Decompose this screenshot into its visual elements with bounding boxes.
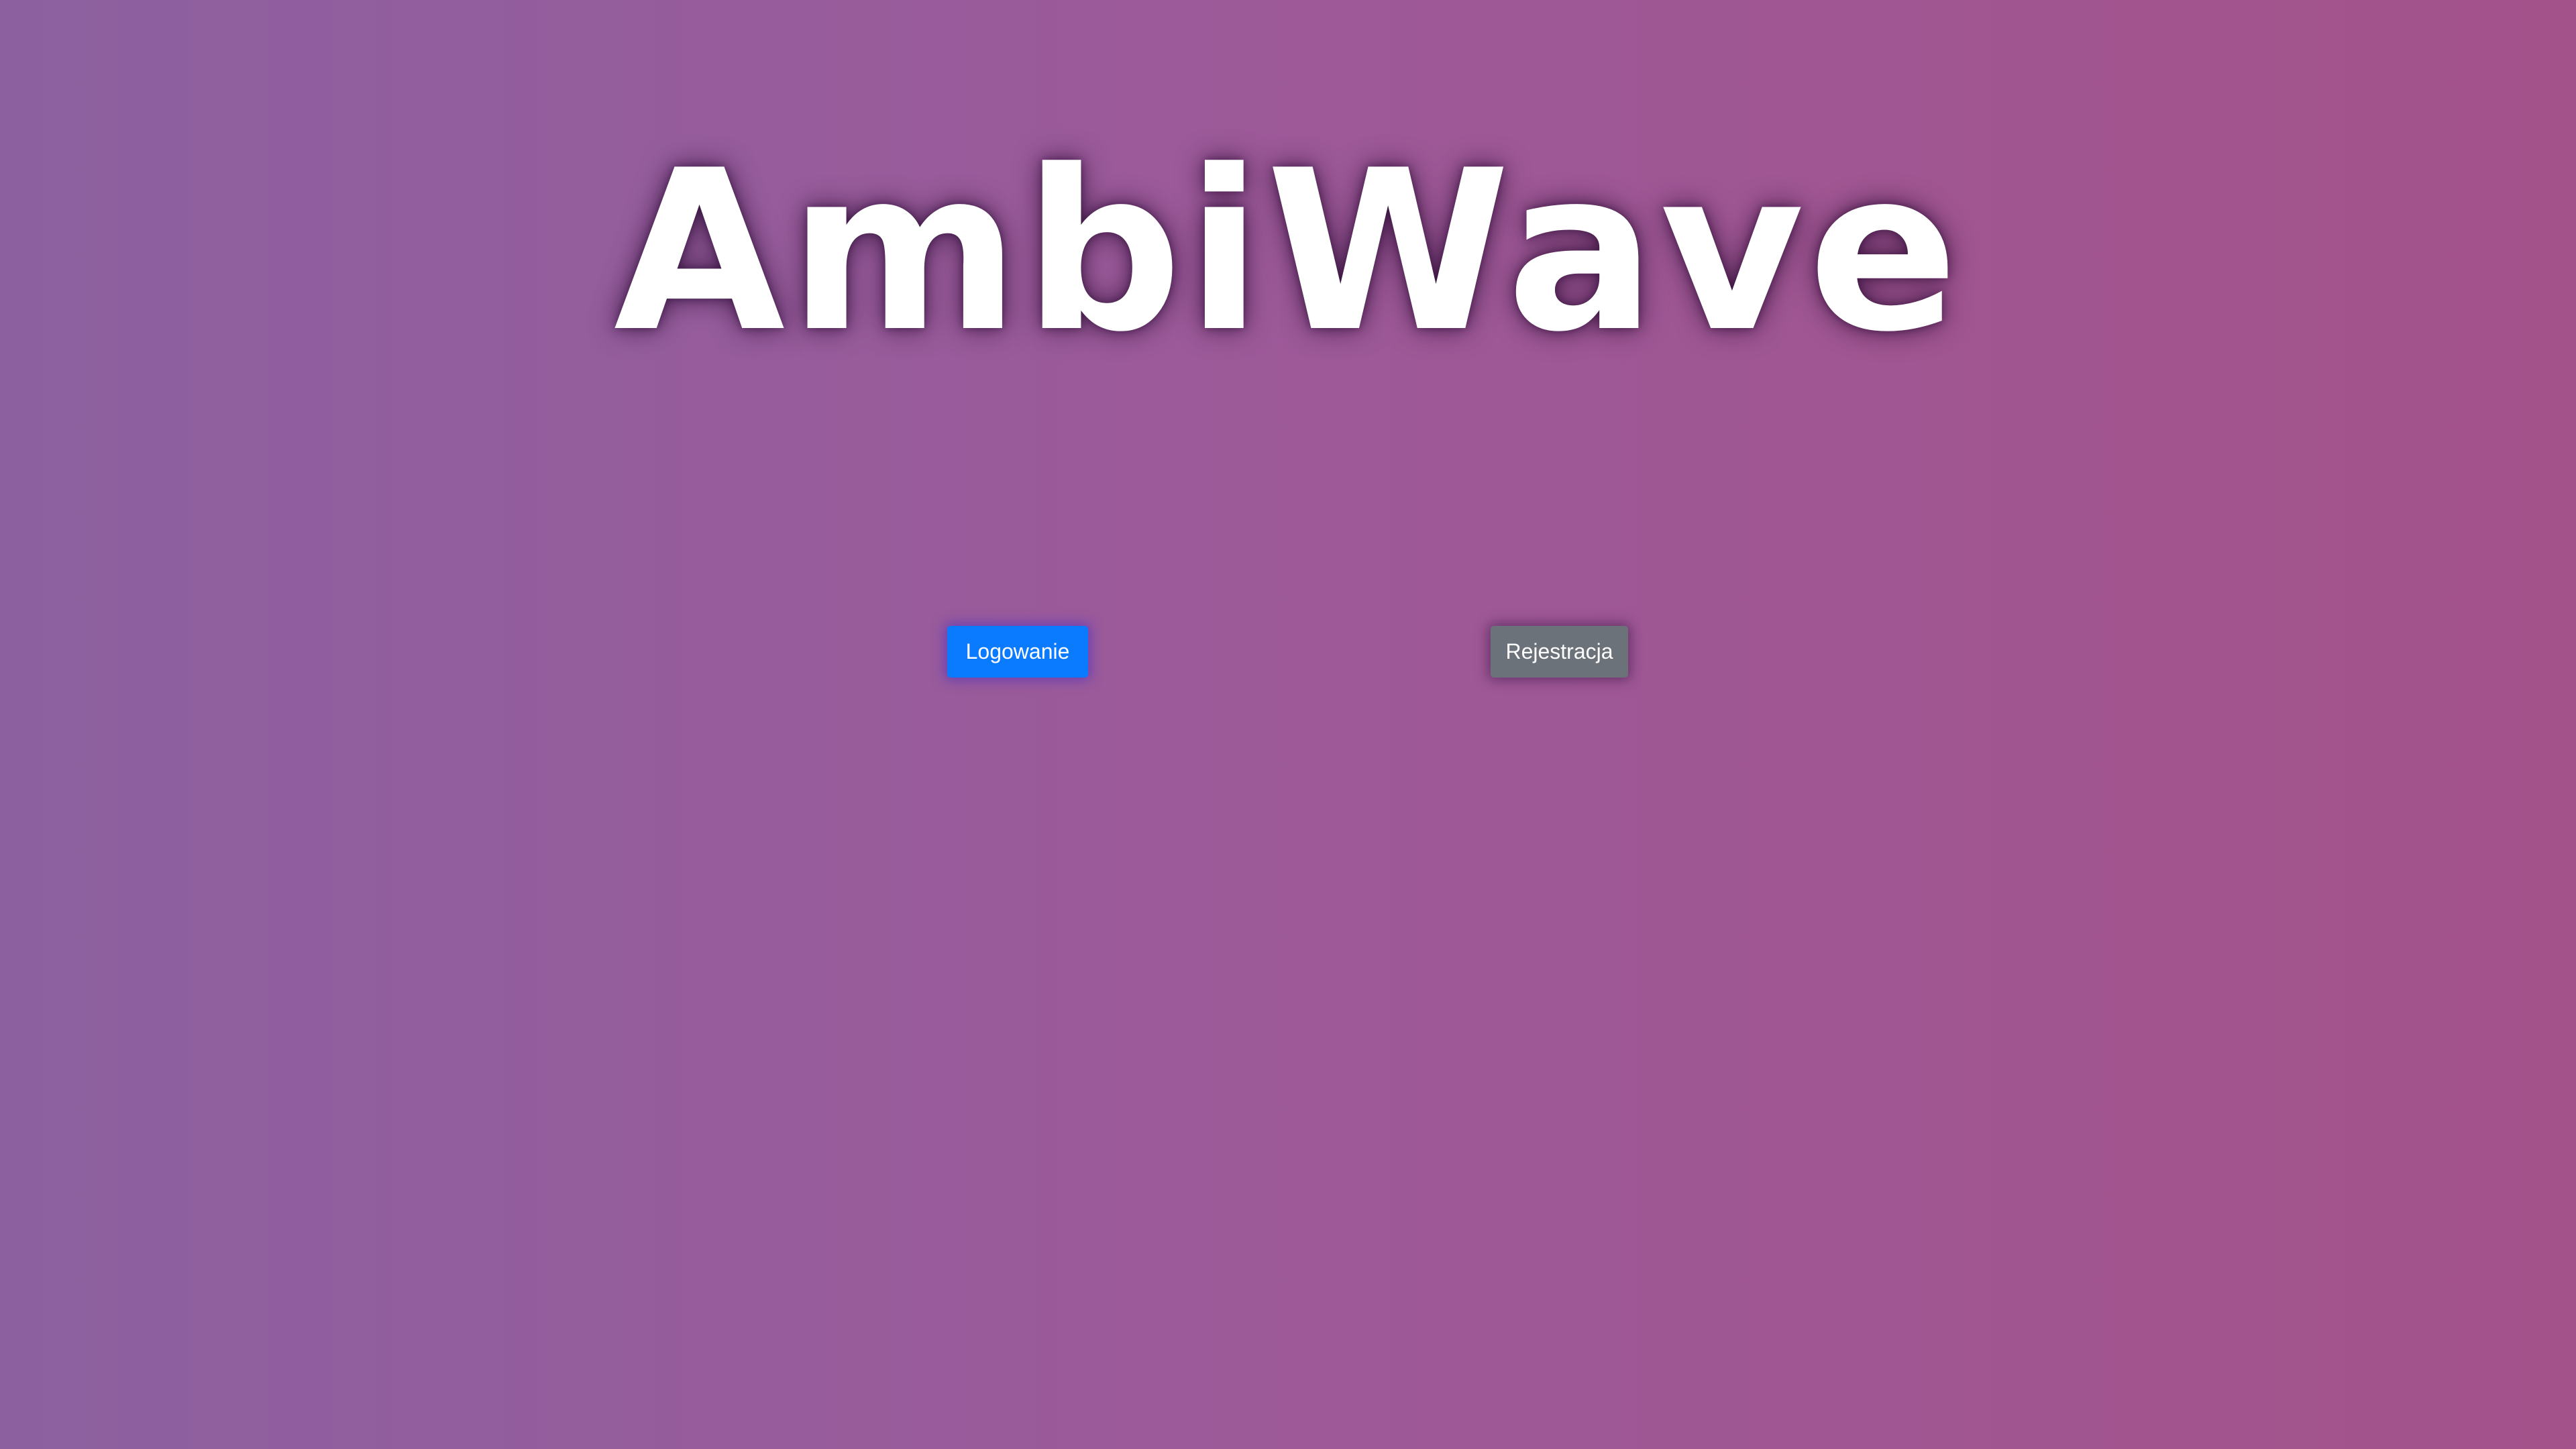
login-button[interactable]: Logowanie [947,626,1088,678]
register-button[interactable]: Rejestracja [1491,626,1628,678]
app-logo: AmbiWave [613,123,1963,380]
